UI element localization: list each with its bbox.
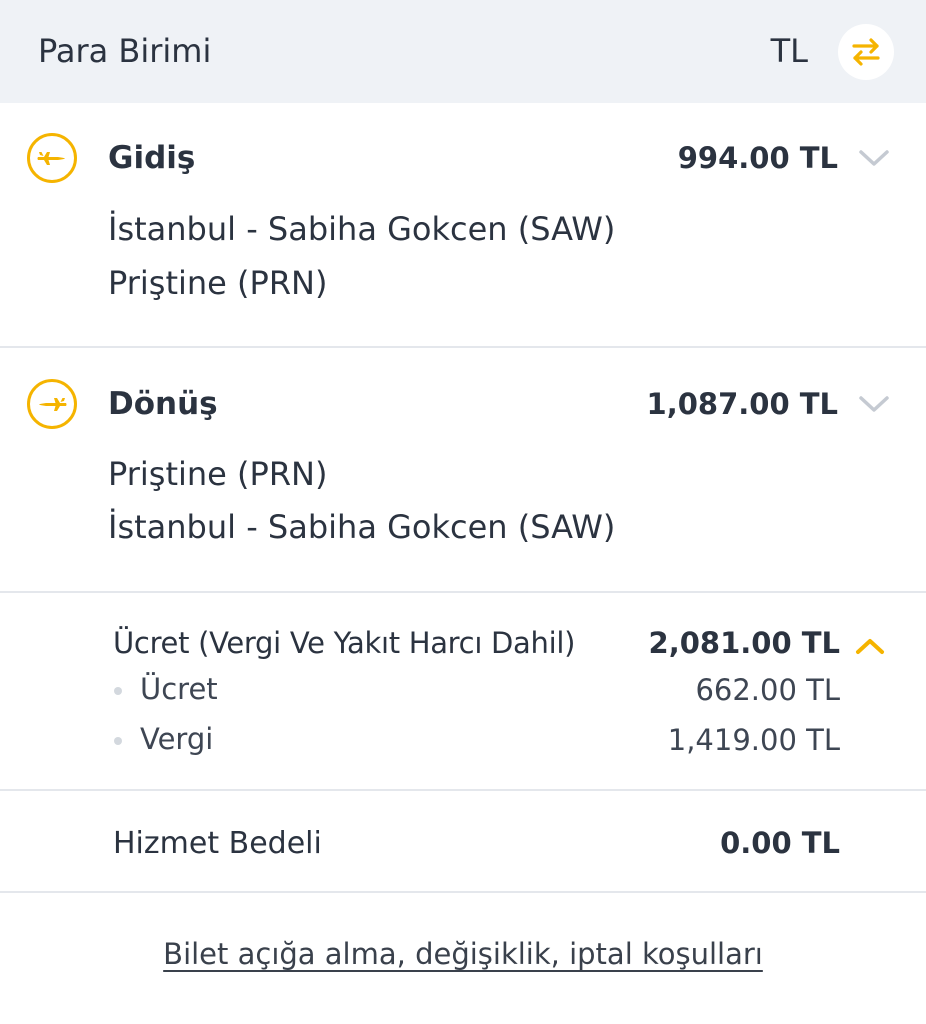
divider xyxy=(0,591,926,593)
fare-item-label: Ücret xyxy=(140,672,218,706)
fare-total: 2,081.00 TL xyxy=(648,626,840,660)
leg-outbound-price: 994.00 TL xyxy=(677,141,838,175)
divider xyxy=(0,891,926,893)
fare-title: Ücret (Vergi Ve Yakıt Harcı Dahil) xyxy=(113,626,576,660)
currency-label: Para Birimi xyxy=(38,32,212,70)
fare-item-value: 1,419.00 TL xyxy=(667,723,840,757)
service-fee-value: 0.00 TL xyxy=(720,826,840,860)
leg-return-origin: Priştine (PRN) xyxy=(108,455,328,493)
divider xyxy=(0,346,926,348)
service-fee-label: Hizmet Bedeli xyxy=(113,826,322,861)
ticket-conditions-link[interactable]: Bilet açığa alma, değişiklik, iptal koşu… xyxy=(0,937,926,971)
plane-return-icon xyxy=(27,379,77,429)
bullet-dot xyxy=(114,737,122,745)
currency-swap-button[interactable] xyxy=(838,24,894,80)
leg-return-title: Dönüş xyxy=(108,386,218,422)
currency-bar: Para Birimi TL xyxy=(0,0,926,103)
leg-return-price: 1,087.00 TL xyxy=(646,387,838,421)
leg-outbound-origin: İstanbul - Sabiha Gokcen (SAW) xyxy=(108,210,616,248)
chevron-down-icon[interactable] xyxy=(858,394,890,414)
chevron-up-icon[interactable] xyxy=(855,636,885,656)
leg-outbound-title: Gidiş xyxy=(108,140,196,176)
divider xyxy=(0,789,926,791)
fare-item-value: 662.00 TL xyxy=(695,673,840,707)
bullet-dot xyxy=(114,687,122,695)
leg-outbound-destination: Priştine (PRN) xyxy=(108,264,328,302)
leg-return-destination: İstanbul - Sabiha Gokcen (SAW) xyxy=(108,508,616,546)
chevron-down-icon[interactable] xyxy=(858,148,890,168)
currency-value[interactable]: TL xyxy=(771,32,808,70)
fare-item-label: Vergi xyxy=(140,722,214,756)
swap-arrows-icon xyxy=(852,38,880,66)
plane-departure-icon xyxy=(27,133,77,183)
